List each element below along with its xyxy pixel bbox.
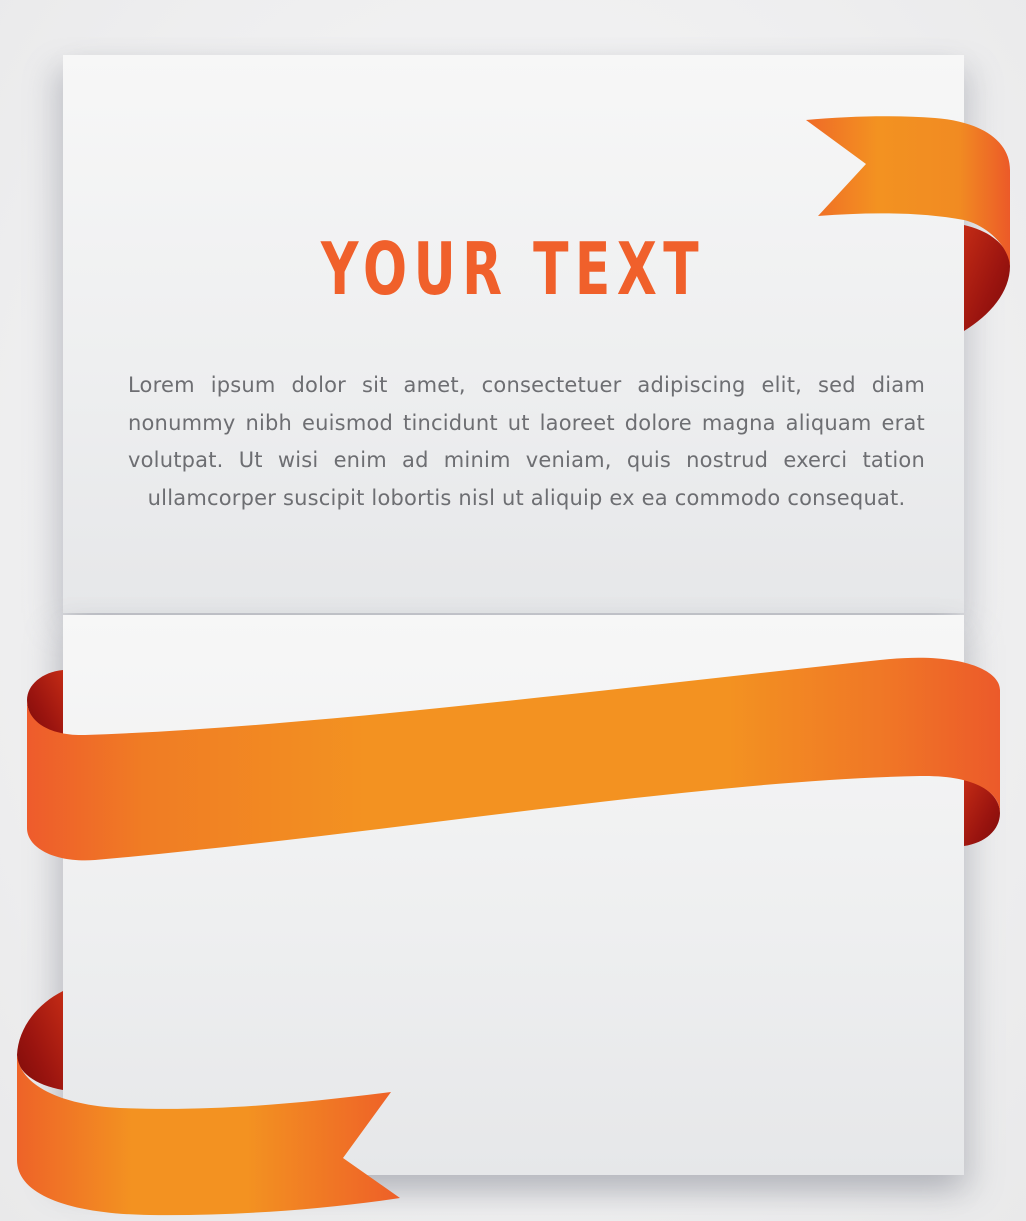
bottom-ribbon [17, 991, 400, 1216]
bottom-ribbon-band [17, 1055, 400, 1216]
ribbon-decorations [17, 116, 1010, 1216]
middle-ribbon-band [27, 657, 1000, 861]
middle-ribbon [27, 657, 1000, 861]
top-ribbon [806, 116, 1010, 331]
